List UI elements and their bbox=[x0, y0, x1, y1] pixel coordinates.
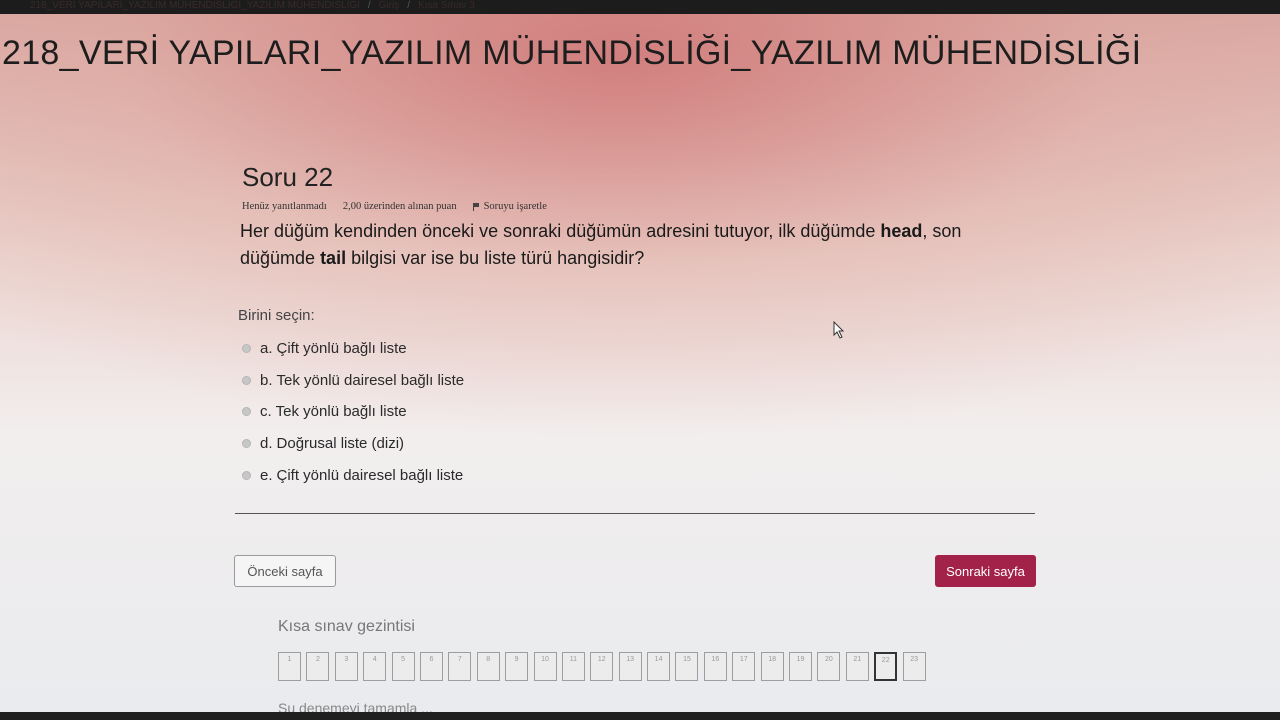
breadcrumb-quiz[interactable]: Kısa Sınav 3 bbox=[418, 0, 475, 11]
question-text-bold: head bbox=[880, 221, 923, 241]
breadcrumb-section[interactable]: Giriş bbox=[379, 0, 400, 11]
radio-button[interactable] bbox=[242, 439, 251, 449]
breadcrumb-separator: / bbox=[407, 0, 411, 11]
quiz-nav-button[interactable]: 13 bbox=[618, 652, 642, 681]
quiz-nav-button[interactable]: 8 bbox=[476, 652, 500, 681]
quiz-nav-button[interactable]: 5 bbox=[391, 652, 415, 681]
quiz-nav-button[interactable]: 7 bbox=[448, 652, 472, 681]
radio-button[interactable] bbox=[242, 470, 251, 480]
answer-letter: b. bbox=[260, 371, 273, 389]
quiz-nav-button[interactable]: 12 bbox=[590, 652, 614, 681]
answer-letter: a. bbox=[260, 340, 273, 358]
answer-letter: c. bbox=[260, 403, 272, 421]
question-info: Henüz yanıtlanmadı 2,00 üzerinden alınan… bbox=[242, 201, 547, 212]
quiz-nav-button[interactable]: 10 bbox=[533, 652, 557, 681]
quiz-nav-button[interactable]: 20 bbox=[817, 652, 841, 681]
answer-letter: d. bbox=[260, 435, 273, 453]
quiz-nav-button[interactable]: 17 bbox=[732, 652, 756, 681]
quiz-navigation-title: Kısa sınav gezintisi bbox=[278, 618, 415, 635]
previous-page-button[interactable]: Önceki sayfa bbox=[234, 555, 336, 587]
breadcrumb: 218_VERİ YAPILARI_YAZILIM MÜHENDİSLİĞİ_Y… bbox=[30, 0, 475, 11]
quiz-nav-button[interactable]: 4 bbox=[363, 652, 387, 681]
quiz-nav-button[interactable]: 3 bbox=[334, 652, 358, 681]
quiz-nav-button[interactable]: 11 bbox=[561, 652, 585, 681]
question-text-bold: tail bbox=[320, 248, 347, 268]
question-text-part: Her düğüm kendinden önceki ve sonraki dü… bbox=[240, 221, 881, 241]
mouse-cursor-icon bbox=[833, 321, 845, 339]
breadcrumb-course[interactable]: 218_VERİ YAPILARI_YAZILIM MÜHENDİSLİĞİ_Y… bbox=[30, 0, 360, 11]
page-title: 218_VERİ YAPILARI_YAZILIM MÜHENDİSLİĞİ_Y… bbox=[2, 34, 1142, 72]
answer-list: a. Çift yönlü bağlı liste b. Tek yönlü d… bbox=[242, 333, 464, 491]
quiz-nav-button[interactable]: 15 bbox=[675, 652, 699, 681]
next-page-button[interactable]: Sonraki sayfa bbox=[935, 555, 1036, 587]
quiz-nav-button[interactable]: 2 bbox=[306, 652, 330, 681]
question-number: Soru 22 bbox=[242, 162, 334, 192]
quiz-nav-button[interactable]: 16 bbox=[703, 652, 727, 681]
quiz-nav-button[interactable]: 6 bbox=[419, 652, 443, 681]
quiz-navigation-grid: 1 2 3 4 5 6 7 8 9 10 11 12 13 14 15 16 1… bbox=[278, 652, 926, 681]
answer-letter: e. bbox=[260, 466, 273, 484]
quiz-nav-button[interactable]: 19 bbox=[789, 652, 813, 681]
radio-button[interactable] bbox=[242, 375, 251, 385]
quiz-nav-button[interactable]: 23 bbox=[902, 652, 926, 681]
screen-bottom-bezel bbox=[0, 712, 1280, 720]
quiz-nav-button[interactable]: 18 bbox=[760, 652, 784, 681]
flag-question-link[interactable]: Soruyu işaretle bbox=[472, 201, 547, 212]
answer-text: Tek yönlü bağlı liste bbox=[275, 403, 407, 421]
answer-text: Doğrusal liste (dizi) bbox=[276, 435, 405, 453]
radio-button[interactable] bbox=[242, 344, 251, 354]
question-text: Her düğüm kendinden önceki ve sonraki dü… bbox=[240, 218, 1040, 272]
answer-option-c[interactable]: c. Tek yönlü bağlı liste bbox=[242, 396, 464, 428]
quiz-nav-button[interactable]: 1 bbox=[278, 652, 301, 681]
quiz-nav-button[interactable]: 9 bbox=[505, 652, 529, 681]
answer-option-b[interactable]: b. Tek yönlü dairesel bağlı liste bbox=[242, 365, 464, 397]
divider bbox=[235, 513, 1035, 514]
quiz-nav-button-current[interactable]: 22 bbox=[874, 652, 898, 681]
question-points: 2,00 üzerinden alınan puan bbox=[342, 201, 457, 212]
answer-prompt: Birini seçin: bbox=[238, 307, 315, 324]
answer-text: Tek yönlü dairesel bağlı liste bbox=[276, 371, 465, 389]
quiz-nav-button[interactable]: 14 bbox=[647, 652, 671, 681]
question-status: Henüz yanıtlanmadı bbox=[242, 201, 327, 212]
answer-text: Çift yönlü dairesel bağlı liste bbox=[276, 466, 464, 484]
breadcrumb-separator: / bbox=[367, 0, 371, 11]
quiz-nav-button[interactable]: 21 bbox=[845, 652, 869, 681]
answer-text: Çift yönlü bağlı liste bbox=[276, 340, 407, 358]
flag-question-label: Soruyu işaretle bbox=[483, 201, 547, 212]
question-text-part: bilgisi var ise bu liste türü hangisidir… bbox=[346, 248, 645, 268]
answer-option-e[interactable]: e. Çift yönlü dairesel bağlı liste bbox=[242, 459, 464, 491]
answer-option-d[interactable]: d. Doğrusal liste (dizi) bbox=[242, 428, 464, 460]
radio-button[interactable] bbox=[242, 407, 251, 417]
flag-icon bbox=[472, 202, 480, 211]
answer-option-a[interactable]: a. Çift yönlü bağlı liste bbox=[242, 333, 464, 365]
